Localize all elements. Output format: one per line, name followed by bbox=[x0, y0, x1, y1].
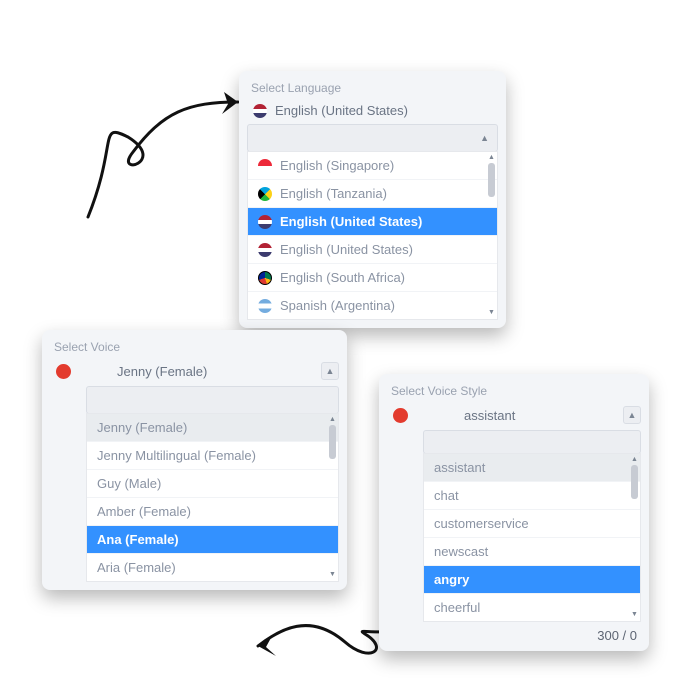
voice-panel: Select Voice Jenny (Female) ▲ Jenny (Fem… bbox=[42, 330, 347, 590]
flag-icon bbox=[258, 215, 272, 229]
language-option-list: English (Singapore) English (Tanzania) Eng… bbox=[248, 152, 497, 319]
flag-icon bbox=[258, 187, 272, 201]
language-selected[interactable]: English (United States) bbox=[247, 103, 498, 124]
flag-icon bbox=[258, 159, 272, 173]
voice-selected[interactable]: Jenny (Female) ▲ bbox=[50, 362, 339, 386]
option-label: English (Tanzania) bbox=[280, 186, 387, 201]
option-label: English (South Africa) bbox=[280, 270, 405, 285]
option-label: English (United States) bbox=[280, 214, 422, 229]
option-label: newscast bbox=[434, 544, 488, 559]
dropdown-option[interactable]: newscast bbox=[424, 538, 640, 566]
option-label: English (Singapore) bbox=[280, 158, 394, 173]
dropdown-option[interactable]: English (Tanzania) bbox=[248, 180, 497, 208]
voice-selected-label: Jenny (Female) bbox=[117, 364, 207, 379]
panel-title: Select Voice bbox=[54, 340, 339, 354]
style-search-input[interactable] bbox=[430, 433, 634, 451]
flag-icon bbox=[258, 271, 272, 285]
style-panel: Select Voice Style assistant ▲ assistant… bbox=[379, 374, 649, 651]
dropdown-option[interactable]: Guy (Male) bbox=[87, 470, 338, 498]
dropdown-option[interactable]: Jenny Multilingual (Female) bbox=[87, 442, 338, 470]
dropdown-option[interactable]: Amber (Female) bbox=[87, 498, 338, 526]
panel-title: Select Voice Style bbox=[391, 384, 641, 398]
dropdown-option[interactable]: Aria (Female) bbox=[87, 554, 338, 581]
option-label: English (United States) bbox=[280, 242, 413, 257]
option-label: Ana (Female) bbox=[97, 532, 179, 547]
scroll-up-icon[interactable]: ▲ bbox=[488, 153, 495, 163]
option-label: Aria (Female) bbox=[97, 560, 176, 575]
option-label: Jenny Multilingual (Female) bbox=[97, 448, 256, 463]
dropdown-option[interactable]: English (United States) bbox=[248, 208, 497, 236]
style-option-list: assistant chat customerservice newscast angr… bbox=[424, 454, 640, 621]
flag-icon bbox=[258, 299, 272, 313]
dropdown-option[interactable]: cheerful bbox=[424, 594, 640, 621]
scrollbar[interactable]: ▲ ▼ bbox=[487, 153, 496, 318]
flag-icon bbox=[253, 104, 267, 118]
dropdown-option[interactable]: angry bbox=[424, 566, 640, 594]
style-selected-label: assistant bbox=[464, 408, 515, 423]
collapse-icon[interactable]: ▲ bbox=[478, 133, 491, 143]
option-label: assistant bbox=[434, 460, 485, 475]
language-search[interactable]: ▲ bbox=[247, 124, 498, 152]
language-selected-label: English (United States) bbox=[275, 103, 408, 118]
panel-title: Select Language bbox=[251, 81, 498, 95]
dropdown-option[interactable]: Ana (Female) bbox=[87, 526, 338, 554]
scroll-down-icon[interactable]: ▼ bbox=[488, 308, 495, 318]
dropdown-option[interactable]: chat bbox=[424, 482, 640, 510]
scroll-down-icon[interactable]: ▼ bbox=[329, 570, 336, 580]
scrollbar[interactable]: ▲ ▼ bbox=[630, 455, 639, 620]
dropdown-option[interactable]: customerservice bbox=[424, 510, 640, 538]
collapse-icon[interactable]: ▲ bbox=[321, 362, 339, 380]
char-counter: 300 / 0 bbox=[387, 622, 641, 643]
flag-icon bbox=[258, 243, 272, 257]
dropdown-option[interactable]: English (United States) bbox=[248, 236, 497, 264]
dropdown-option[interactable]: assistant bbox=[424, 454, 640, 482]
option-label: customerservice bbox=[434, 516, 529, 531]
voice-search-input[interactable] bbox=[93, 391, 332, 409]
option-label: chat bbox=[434, 488, 459, 503]
arrow-top bbox=[78, 82, 258, 242]
dropdown-option[interactable]: English (South Africa) bbox=[248, 264, 497, 292]
red-badge-icon bbox=[56, 364, 71, 379]
dropdown-option[interactable]: Jenny (Female) bbox=[87, 414, 338, 442]
voice-search[interactable] bbox=[86, 386, 339, 414]
language-panel: Select Language English (United States) … bbox=[239, 71, 506, 328]
option-label: cheerful bbox=[434, 600, 480, 615]
option-label: Jenny (Female) bbox=[97, 420, 187, 435]
option-label: Amber (Female) bbox=[97, 504, 191, 519]
scroll-down-icon[interactable]: ▼ bbox=[631, 610, 638, 620]
style-search[interactable] bbox=[423, 430, 641, 454]
style-selected[interactable]: assistant ▲ bbox=[387, 406, 641, 430]
scrollbar[interactable]: ▲ ▼ bbox=[328, 415, 337, 580]
voice-option-list: Jenny (Female) Jenny Multilingual (Female… bbox=[87, 414, 338, 581]
scroll-up-icon[interactable]: ▲ bbox=[631, 455, 638, 465]
option-label: Guy (Male) bbox=[97, 476, 161, 491]
dropdown-option[interactable]: English (Singapore) bbox=[248, 152, 497, 180]
option-label: Spanish (Argentina) bbox=[280, 298, 395, 313]
dropdown-option[interactable]: Spanish (Argentina) bbox=[248, 292, 497, 319]
scroll-up-icon[interactable]: ▲ bbox=[329, 415, 336, 425]
collapse-icon[interactable]: ▲ bbox=[623, 406, 641, 424]
language-search-input[interactable] bbox=[254, 129, 478, 147]
red-badge-icon bbox=[393, 408, 408, 423]
option-label: angry bbox=[434, 572, 469, 587]
